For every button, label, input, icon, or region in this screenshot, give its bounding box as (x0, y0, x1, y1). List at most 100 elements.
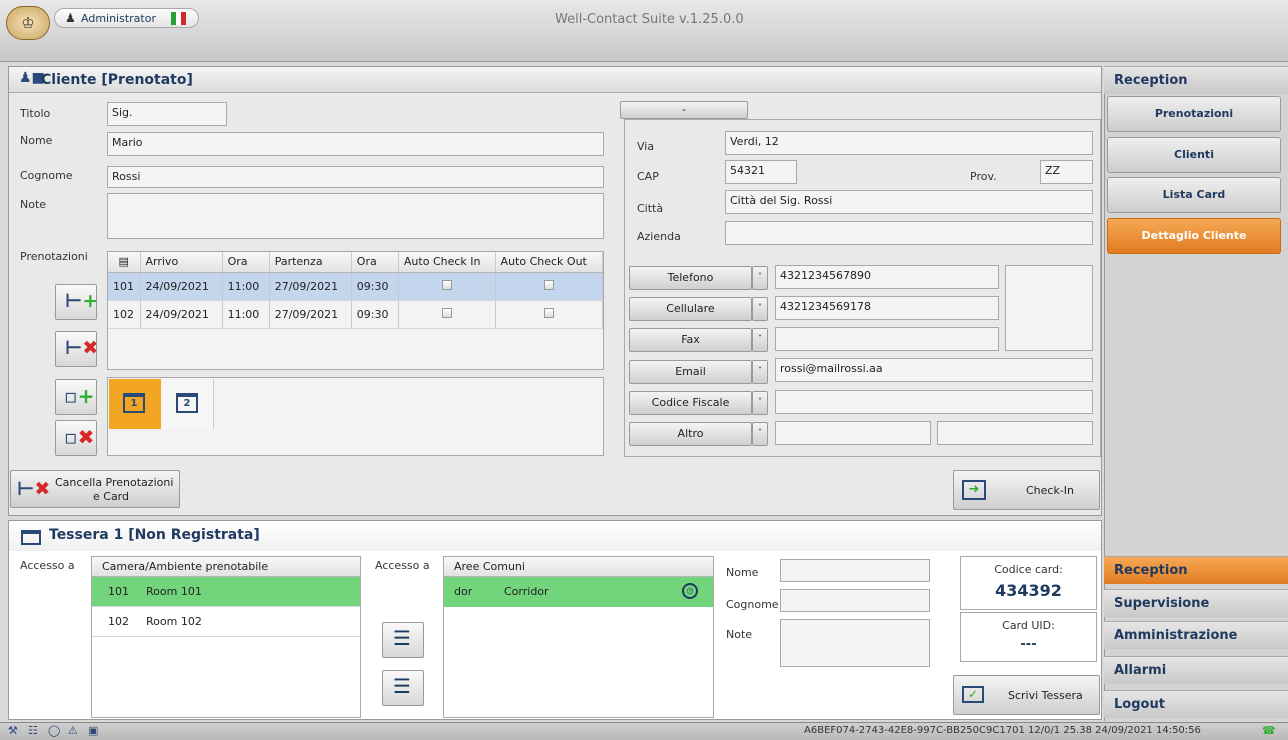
col-ora[interactable]: Ora (222, 252, 270, 273)
write-card-icon: ✓ (962, 686, 984, 703)
cancella-prenotazioni-button[interactable]: ⊢✖ Cancella Prenotazioni e Card (10, 470, 180, 508)
col-partenza[interactable]: Partenza (269, 252, 352, 273)
scrivi-tessera-button[interactable]: ✓ Scrivi Tessera (953, 675, 1100, 715)
cellulare-dropdown[interactable]: ˅ (752, 297, 768, 321)
list-item[interactable]: 101 Room 101 (92, 577, 360, 607)
fax-button[interactable]: Fax (629, 328, 752, 352)
title-bar: ♔ ♟ Administrator Well-Contact Suite v.1… (0, 0, 1288, 62)
col-arrivo[interactable]: Arrivo (140, 252, 223, 273)
auto-check-in-checkbox[interactable] (398, 300, 496, 329)
scrivi-tessera-label: Scrivi Tessera (1008, 689, 1083, 702)
user-icon: ♟ (65, 11, 76, 25)
codice-fiscale-button[interactable]: Codice Fiscale (629, 391, 752, 415)
codice-fiscale-field[interactable] (775, 390, 1093, 414)
altro-dropdown[interactable]: ˅ (752, 422, 768, 446)
contact-photo-box (1005, 265, 1093, 351)
table-row[interactable]: 102 24/09/2021 11:00 27/09/2021 09:30 (108, 300, 604, 329)
section-allarmi[interactable]: Allarmi (1104, 656, 1288, 684)
address-tab[interactable]: - (620, 101, 748, 119)
network-status-icon: ⚒ (8, 724, 18, 737)
altro-field[interactable] (775, 421, 931, 445)
telefono-button[interactable]: Telefono (629, 266, 752, 290)
nav-prenotazioni[interactable]: Prenotazioni (1107, 96, 1281, 132)
delete-card-button[interactable]: ▫✖ (55, 420, 97, 456)
cap-field[interactable]: 54321 (725, 160, 797, 184)
tessera-nome-field[interactable] (780, 559, 930, 582)
tessera-header-bar: Tessera 1 [Non Registrata] (9, 521, 1101, 551)
auto-check-out-checkbox[interactable] (495, 272, 604, 301)
select-all-areas-button[interactable]: ☰ (382, 622, 424, 658)
cellulare-label: Cellulare (666, 302, 715, 315)
nome-field[interactable]: Mario (107, 132, 604, 156)
card-tab-1[interactable]: 1 (109, 379, 161, 429)
altro-label: Altro (677, 427, 704, 440)
section-amministrazione[interactable]: Amministrazione (1104, 621, 1288, 649)
cognome-field[interactable]: Rossi (107, 166, 604, 188)
altro-button[interactable]: Altro (629, 422, 752, 446)
citta-field[interactable]: Città del Sig. Rossi (725, 190, 1093, 214)
fax-dropdown[interactable]: ˅ (752, 328, 768, 352)
col-ora-2[interactable]: Ora (351, 252, 399, 273)
add-reservation-icon: ⊢+ (65, 290, 99, 312)
cap-label: CAP (637, 170, 659, 183)
auto-check-out-checkbox[interactable] (495, 300, 604, 329)
email-field[interactable]: rossi@mailrossi.aa (775, 358, 1093, 382)
nav-dettaglio-cliente[interactable]: Dettaglio Cliente (1107, 218, 1281, 254)
clock-icon[interactable]: ◷ (682, 583, 698, 599)
rooms-grid: Camera/Ambiente prenotabile 101 Room 101… (91, 556, 361, 718)
row-partenza: 27/09/2021 (269, 272, 352, 301)
cellulare-field[interactable]: 4321234569178 (775, 296, 999, 320)
email-button[interactable]: Email (629, 360, 752, 384)
check-in-icon: ➜ (962, 480, 986, 500)
cancella-label-1: Cancella Prenotazioni (55, 476, 174, 489)
codice-card-value: 434392 (995, 581, 1062, 600)
prov-field[interactable]: ZZ (1040, 160, 1093, 184)
azienda-field[interactable] (725, 221, 1093, 245)
nav-clienti[interactable]: Clienti (1107, 137, 1281, 173)
delete-reservation-button[interactable]: ⊢✖ (55, 331, 99, 367)
window-title: Well-Contact Suite v.1.25.0.0 (555, 12, 744, 27)
list-item[interactable]: dor Corridor ◷ (444, 577, 713, 607)
nav-lista-card[interactable]: Lista Card (1107, 177, 1281, 213)
cliente-header: ♟■ Cliente [Prenotato] (9, 67, 1101, 93)
table-row[interactable]: 101 24/09/2021 11:00 27/09/2021 09:30 (108, 272, 604, 301)
tessera-cognome-label: Cognome (726, 598, 779, 611)
section-logout[interactable]: Logout (1104, 690, 1288, 718)
add-reservation-button[interactable]: ⊢+ (55, 284, 99, 320)
deselect-all-areas-button[interactable]: ☰ (382, 670, 424, 706)
telefono-field[interactable]: 4321234567890 (775, 265, 999, 289)
app-menu-button[interactable]: ♔ (6, 6, 50, 40)
italy-flag-icon[interactable] (171, 12, 186, 25)
user-badge: ♟ Administrator (54, 8, 199, 28)
note-field[interactable] (107, 193, 604, 239)
telefono-dropdown[interactable]: ˅ (752, 266, 768, 290)
section-supervisione[interactable]: Supervisione (1104, 589, 1288, 617)
list-item[interactable]: 102 Room 102 (92, 607, 360, 637)
nav-section-reception: Reception (1104, 66, 1288, 94)
check-in-button[interactable]: ➜ Check-In (953, 470, 1100, 510)
email-dropdown[interactable]: ˅ (752, 360, 768, 384)
aree-header[interactable]: Aree Comuni (444, 557, 713, 577)
col-auto-check-in[interactable]: Auto Check In (398, 252, 496, 273)
checklist-icon: ☰ (393, 626, 411, 650)
via-field[interactable]: Verdi, 12 (725, 131, 1093, 155)
card-tabs-area: 1 2 (107, 377, 604, 456)
card-tab-2[interactable]: 2 (162, 379, 214, 429)
titolo-field[interactable]: Sig. (107, 102, 227, 126)
aree-comuni-grid: Aree Comuni dor Corridor ◷ (443, 556, 714, 718)
check-in-label: Check-In (1026, 484, 1075, 497)
codice-fiscale-dropdown[interactable]: ˅ (752, 391, 768, 415)
delete-reservation-icon: ⊢✖ (65, 337, 99, 359)
fax-field[interactable] (775, 327, 999, 351)
camera-header[interactable]: Camera/Ambiente prenotabile (92, 557, 360, 577)
col-auto-check-out[interactable]: Auto Check Out (495, 252, 604, 273)
altro-extra-field[interactable] (937, 421, 1093, 445)
tessera-note-label: Note (726, 628, 753, 641)
cellulare-button[interactable]: Cellulare (629, 297, 752, 321)
tessera-note-field[interactable] (780, 619, 930, 667)
add-card-button[interactable]: ▫+ (55, 379, 97, 415)
tessera-cognome-field[interactable] (780, 589, 930, 612)
section-reception[interactable]: Reception (1104, 556, 1288, 584)
auto-check-in-checkbox[interactable] (398, 272, 496, 301)
card-2-icon: 2 (176, 393, 198, 413)
